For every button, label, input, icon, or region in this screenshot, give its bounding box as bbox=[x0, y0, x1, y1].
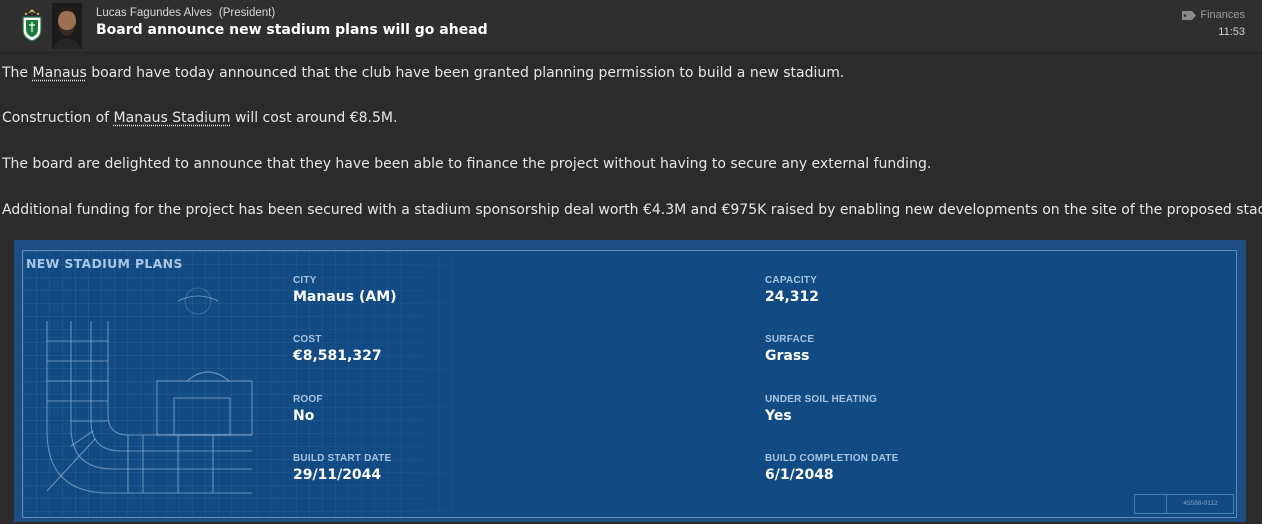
build-start-label: BUILD START DATE bbox=[293, 453, 392, 464]
heating-value: Yes bbox=[765, 408, 792, 424]
city-label: CITY bbox=[293, 275, 317, 286]
build-completion-label: BUILD COMPLETION DATE bbox=[765, 453, 899, 464]
paragraph-2: Construction of Manaus Stadium will cost… bbox=[2, 110, 397, 126]
sender-line: Lucas Fagundes Alves (President) bbox=[96, 7, 275, 19]
message-time: 11:53 bbox=[1218, 26, 1245, 38]
text: will cost around €8.5M. bbox=[230, 110, 398, 126]
stadium-blueprint-drawing bbox=[46, 287, 253, 494]
roof-label: ROOF bbox=[293, 394, 323, 405]
club-link[interactable]: Manaus bbox=[33, 65, 87, 81]
blueprint-stamp: 45588-0112 bbox=[1166, 494, 1234, 514]
message-subject: Board announce new stadium plans will go… bbox=[96, 22, 488, 38]
cost-value: €8,581,327 bbox=[293, 348, 382, 364]
surface-value: Grass bbox=[765, 348, 810, 364]
text: Construction of bbox=[2, 110, 114, 126]
paragraph-3: The board are delighted to announce that… bbox=[2, 156, 932, 172]
stadium-link[interactable]: Manaus Stadium bbox=[114, 110, 231, 126]
message-header: Lucas Fagundes Alves (President) Board a… bbox=[0, 0, 1262, 53]
city-value: Manaus (AM) bbox=[293, 289, 397, 305]
club-crest-icon[interactable] bbox=[20, 8, 44, 42]
paragraph-1: The Manaus board have today announced th… bbox=[2, 65, 844, 81]
heating-label: UNDER SOIL HEATING bbox=[765, 394, 878, 405]
panel-title: NEW STADIUM PLANS bbox=[26, 256, 183, 271]
roof-value: No bbox=[293, 408, 315, 424]
sender-name[interactable]: Lucas Fagundes Alves bbox=[96, 7, 212, 19]
surface-label: SURFACE bbox=[765, 334, 815, 345]
text: board have today announced that the club… bbox=[86, 65, 845, 81]
sender-avatar[interactable] bbox=[52, 3, 82, 49]
text: The bbox=[2, 65, 33, 81]
cost-label: COST bbox=[293, 334, 322, 345]
build-completion-value: 6/1/2048 bbox=[765, 467, 834, 483]
sender-role: (President) bbox=[218, 7, 276, 19]
tag-icon bbox=[1182, 10, 1197, 20]
capacity-value: 24,312 bbox=[765, 289, 820, 305]
stadium-plans-panel: NEW STADIUM PLANS CITY Manaus (AM) CAPAC… bbox=[22, 250, 1237, 518]
build-start-value: 29/11/2044 bbox=[293, 467, 382, 483]
category-label: Finances bbox=[1200, 9, 1245, 21]
capacity-label: CAPACITY bbox=[765, 275, 817, 286]
paragraph-4: Additional funding for the project has b… bbox=[2, 202, 1262, 218]
message-category: Finances bbox=[1182, 9, 1245, 21]
